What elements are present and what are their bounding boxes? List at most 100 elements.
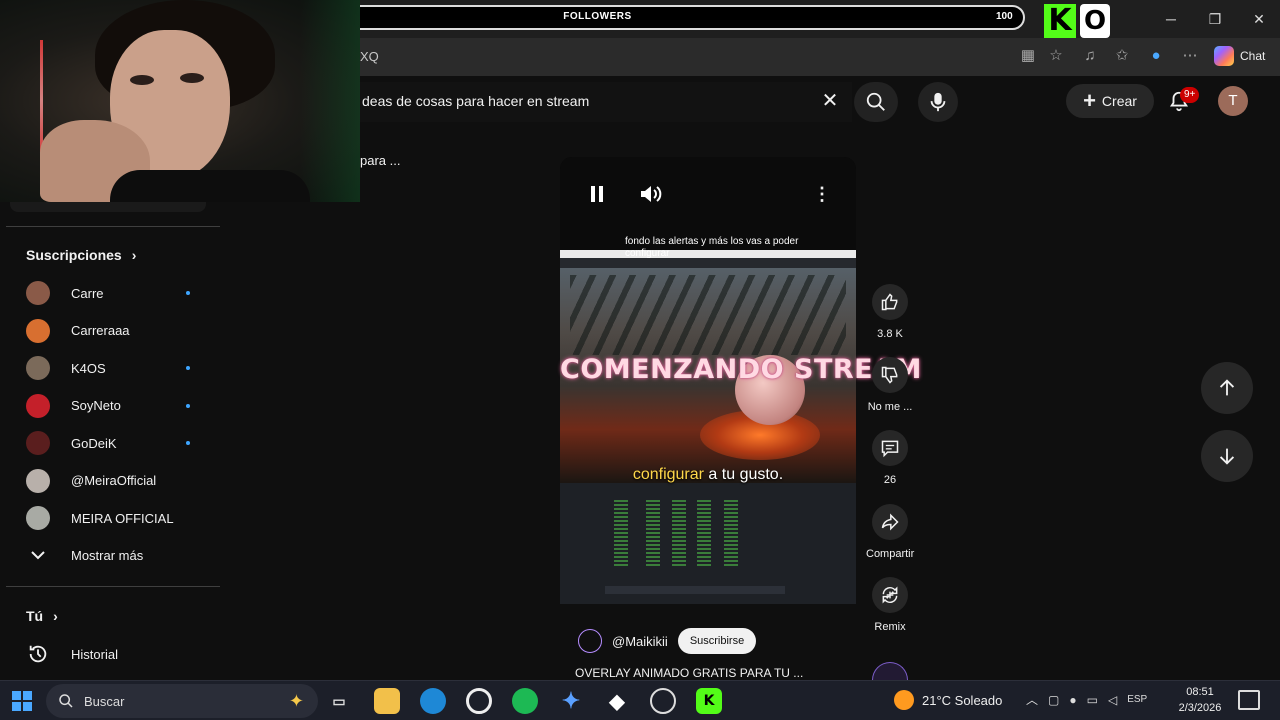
notifications-center-icon[interactable] (1238, 690, 1260, 710)
short-title[interactable]: OVERLAY ANIMADO GRATIS PARA TU ... (575, 666, 803, 680)
dislike-button[interactable] (872, 357, 908, 393)
sidebar-item-subscription[interactable]: Carre (26, 281, 196, 305)
like-button[interactable] (872, 284, 908, 320)
mixer-channel (672, 500, 686, 566)
sidebar-item-subscription[interactable]: K4OS (26, 356, 196, 380)
like-action[interactable]: 3.8 K (866, 284, 914, 340)
remix-action[interactable]: Remix (866, 577, 914, 633)
webcam-person-eye (130, 75, 154, 85)
show-more-button[interactable]: Mostrar más (26, 543, 196, 567)
show-more-label: Mostrar más (71, 547, 144, 563)
edge-browser-icon[interactable] (420, 688, 446, 714)
more-menu-icon[interactable]: ⋯ (1180, 46, 1200, 66)
plus-icon: + (1083, 88, 1096, 113)
chevron-up-icon[interactable]: ︿ (1026, 691, 1038, 708)
share-button[interactable] (872, 504, 908, 540)
favorites-icon[interactable]: ✩ (1112, 46, 1132, 66)
sidebar-item-subscription[interactable]: Carreraaa (26, 318, 196, 343)
channel-name[interactable]: @Maikikii (612, 634, 668, 649)
mixer-channel (646, 500, 660, 566)
copilot-app-icon[interactable]: ✦ (558, 688, 584, 714)
weather-widget[interactable]: 21°C Soleado (894, 690, 1002, 710)
share-action[interactable]: Compartir (866, 504, 914, 560)
mixer-channel (697, 500, 711, 566)
video-caption-rest: a tu gusto. (703, 466, 784, 483)
restore-icon[interactable]: ❐ (1202, 9, 1228, 29)
language-indicator[interactable]: ESP (1127, 694, 1147, 705)
thumbs-down-icon (881, 366, 898, 384)
comments-button[interactable] (872, 430, 908, 466)
video-scene-leaves (570, 275, 846, 355)
account-avatar[interactable]: T (1218, 86, 1248, 116)
clear-search-icon[interactable]: ✕ (818, 88, 842, 114)
apps-icon[interactable]: ▦ (1018, 46, 1038, 66)
sidebar-item-subscription[interactable]: SoyNeto (26, 393, 196, 418)
windows-start-icon[interactable] (12, 691, 32, 711)
notifications-badge: 9+ (1180, 87, 1200, 103)
new-content-dot (186, 366, 190, 370)
copilot-chat-button[interactable]: Chat (1214, 45, 1265, 67)
remix-button[interactable] (872, 577, 908, 613)
steam-icon[interactable] (650, 688, 676, 714)
app-icon[interactable]: ◆ (604, 688, 630, 714)
speaker-icon[interactable]: ◁ (1108, 693, 1117, 707)
volume-icon (641, 186, 662, 202)
comment-count: 26 (883, 474, 897, 486)
pause-icon (591, 186, 603, 202)
short-channel-row: @Maikikii Suscribirse (578, 628, 757, 654)
webcam-overlay (0, 0, 360, 202)
voice-search-button[interactable] (918, 82, 958, 122)
search-query-text[interactable]: deas de cosas para hacer en stream (362, 93, 589, 109)
profile-icon[interactable]: ● (1146, 46, 1166, 66)
sparkle-icon: ✦ (288, 690, 304, 711)
obs-icon[interactable] (466, 688, 492, 714)
channel-avatar (26, 431, 50, 455)
volume-button[interactable] (638, 181, 664, 207)
channel-avatar[interactable] (578, 629, 602, 653)
sidebar-divider (6, 586, 220, 587)
arrow-down-icon (1219, 448, 1235, 465)
more-options-icon[interactable]: ⋮ (809, 181, 835, 207)
file-explorer-icon[interactable] (374, 688, 400, 714)
sidebar-item-history[interactable]: Historial (26, 642, 196, 666)
search-button[interactable] (854, 82, 898, 122)
network-icon[interactable]: ▭ (1087, 693, 1098, 707)
dislike-action[interactable]: No me ... (866, 357, 914, 413)
extensions-icon[interactable]: ♫ (1080, 46, 1100, 66)
channel-avatar (26, 393, 50, 418)
search-icon (866, 92, 885, 111)
pause-button[interactable] (584, 181, 610, 207)
sidebar-item-subscription[interactable]: MEIRA OFFICIAL (26, 506, 196, 530)
device-icon[interactable]: ▢ (1048, 693, 1059, 707)
close-window-icon[interactable]: ✕ (1246, 9, 1272, 29)
microphone-tray-icon[interactable]: ● (1069, 693, 1076, 707)
video-screen-toolbar (560, 258, 856, 268)
subscribe-button[interactable]: Suscribirse (677, 628, 757, 654)
kick-app-icon[interactable]: K (696, 688, 722, 714)
new-content-dot (186, 291, 190, 295)
star-icon[interactable]: ☆ (1046, 46, 1066, 66)
share-icon (881, 513, 899, 531)
weather-text: 21°C Soleado (922, 692, 1003, 708)
sidebar-item-subscription[interactable]: @MeiraOfficial (26, 468, 196, 493)
minimize-icon[interactable]: ─ (1158, 9, 1184, 29)
taskbar-clock[interactable]: 08:51 2/3/2026 (1172, 684, 1228, 716)
webcam-person-shirt (110, 170, 310, 202)
subscription-label: GoDeiK (71, 435, 117, 451)
channel-avatar (26, 318, 50, 343)
subscriptions-heading[interactable]: Suscripciones › (26, 247, 136, 263)
sidebar-item-subscription[interactable]: GoDeiK (26, 431, 196, 455)
address-url-text[interactable]: XQ (360, 49, 379, 64)
previous-short-button[interactable] (1201, 362, 1253, 414)
spotify-icon[interactable] (512, 688, 538, 714)
you-heading[interactable]: Tú › (26, 608, 58, 624)
next-short-avatar[interactable] (872, 662, 908, 680)
next-short-button[interactable] (1201, 430, 1253, 482)
taskbar-search[interactable]: Buscar ✦ (46, 684, 318, 718)
create-button[interactable]: + Crear (1066, 84, 1154, 118)
comments-action[interactable]: 26 (866, 430, 914, 486)
video-subtitle-line-1: fondo las alertas y más los vas a poder (625, 236, 799, 247)
mixer-channel (614, 500, 628, 566)
subscription-label: Carre (71, 285, 104, 301)
task-view-icon[interactable]: ▭ (326, 688, 352, 714)
